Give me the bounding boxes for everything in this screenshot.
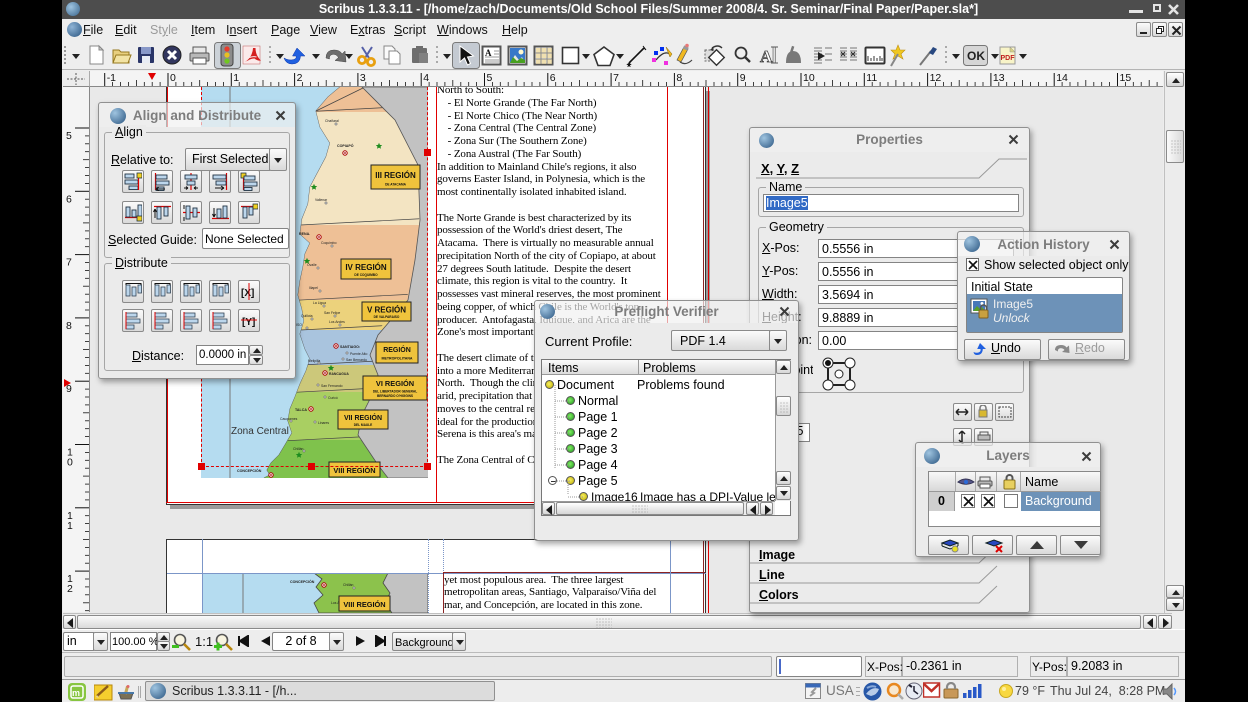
svg-text:8: 8 <box>66 320 72 332</box>
svg-text:1: 1 <box>67 520 73 532</box>
svg-text:1: 1 <box>233 72 239 84</box>
svg-text:CONCEPCIÓN: CONCEPCIÓN <box>237 468 262 473</box>
svg-text:2: 2 <box>67 583 73 595</box>
svg-text:CONCEPCIÓN: CONCEPCIÓN <box>290 579 315 584</box>
svg-text:6: 6 <box>550 72 556 84</box>
svg-text:5: 5 <box>66 130 72 142</box>
svg-text:3: 3 <box>360 72 366 84</box>
svg-text:[X]: [X] <box>241 288 254 299</box>
svg-text:2: 2 <box>297 72 303 84</box>
svg-text:7: 7 <box>66 257 72 269</box>
svg-text:m: m <box>72 688 80 698</box>
svg-text:VIII REGIÓN: VIII REGIÓN <box>343 600 385 609</box>
svg-text:6: 6 <box>66 193 72 205</box>
svg-text:0: 0 <box>170 72 176 84</box>
svg-text:-1: -1 <box>107 72 116 84</box>
svg-text:OK: OK <box>967 49 985 63</box>
svg-text:8: 8 <box>676 72 682 84</box>
svg-text:PDF: PDF <box>1001 55 1016 62</box>
svg-text:VIII REGIÓN: VIII REGIÓN <box>333 466 375 475</box>
svg-text:[Y]: [Y] <box>242 317 255 328</box>
svg-text:9: 9 <box>740 72 746 84</box>
svg-text:4: 4 <box>423 72 429 84</box>
svg-text:7: 7 <box>613 72 619 84</box>
svg-text:Chillán: Chillán <box>343 583 353 587</box>
svg-text:5: 5 <box>487 72 493 84</box>
svg-text:0: 0 <box>67 457 73 469</box>
